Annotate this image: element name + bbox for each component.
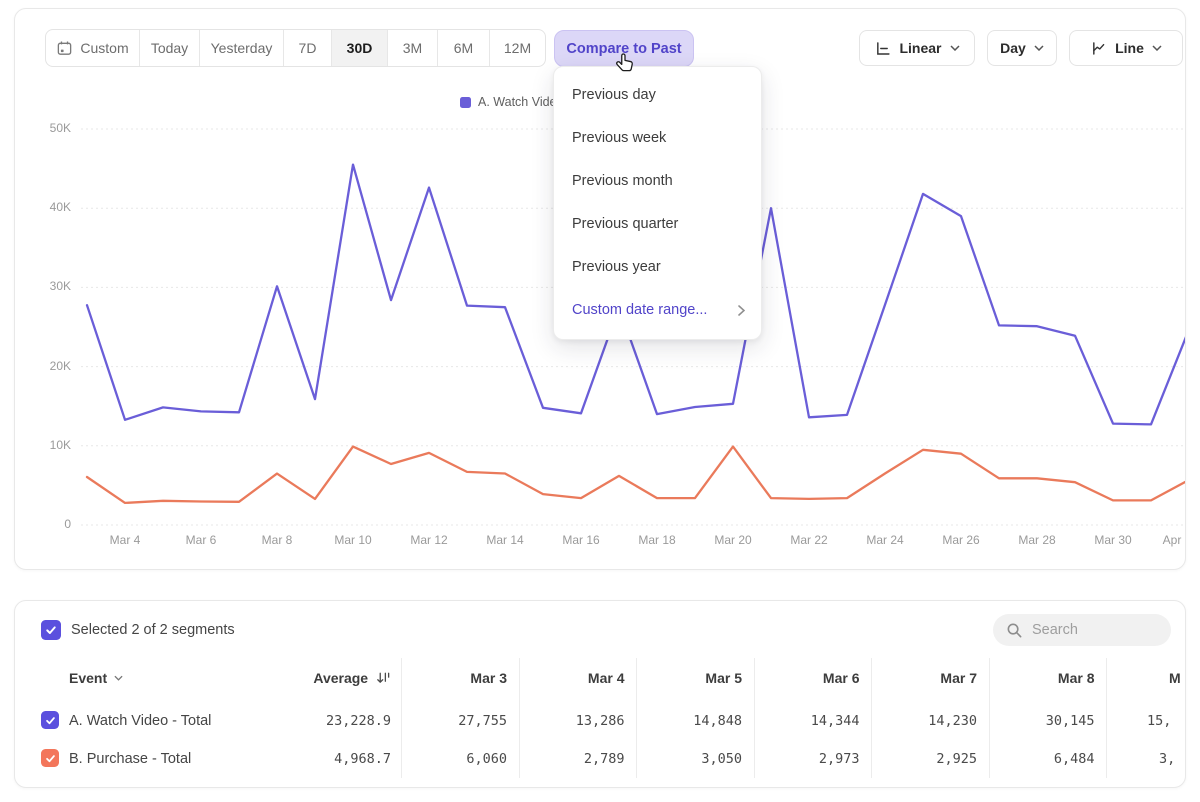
average-value: 4,968.7 [231, 751, 391, 767]
cell-value: 2,789 [515, 751, 625, 767]
check-icon [45, 715, 56, 726]
column-separator [1106, 658, 1107, 778]
average-column-header[interactable]: Average [231, 670, 391, 686]
x-tick-label: Mar 22 [790, 533, 827, 547]
menu-item-previous-day[interactable]: Previous day [554, 74, 761, 117]
cell-value: 27,755 [397, 713, 507, 729]
line-chart-icon [1090, 40, 1107, 57]
cell-value: 6,484 [985, 751, 1095, 767]
x-tick-label: Mar 14 [486, 533, 523, 547]
chevron-right-icon [738, 305, 745, 316]
x-tick-label: Mar 16 [562, 533, 599, 547]
x-tick-label: Mar 4 [110, 533, 141, 547]
range-30d-button[interactable]: 30D [332, 30, 388, 66]
segments-panel: Selected 2 of 2 segments Event Average A… [14, 600, 1186, 788]
insights-report-page: Custom Today Yesterday 7D 30D 3M 6M 12M … [0, 0, 1200, 802]
y-tick-label: 0 [29, 517, 71, 531]
sort-descending-icon [376, 671, 391, 685]
linear-axis-icon [874, 40, 891, 57]
x-tick-label: Mar 10 [334, 533, 371, 547]
x-tick-label: Mar 6 [186, 533, 217, 547]
cell-value: 14,344 [750, 713, 860, 729]
cell-value: 6,060 [397, 751, 507, 767]
menu-item-custom-date-range[interactable]: Custom date range... [554, 289, 761, 332]
date-column-header: Mar 8 [985, 670, 1095, 686]
range-3m-button[interactable]: 3M [388, 30, 438, 66]
cell-value: 30,145 [985, 713, 1095, 729]
x-tick-label: Apr 1 [1163, 533, 1186, 547]
cell-value: 3,050 [632, 751, 742, 767]
y-tick-label: 50K [29, 121, 71, 135]
x-tick-label: Mar 12 [410, 533, 447, 547]
series-purchase-line [87, 447, 1186, 503]
range-yesterday-button[interactable]: Yesterday [200, 30, 284, 66]
cell-value: 13,286 [515, 713, 625, 729]
y-tick-label: 30K [29, 279, 71, 293]
selected-segments-summary: Selected 2 of 2 segments [71, 622, 235, 638]
cell-value: 14,848 [632, 713, 742, 729]
chevron-down-icon [1034, 45, 1044, 51]
row-checkbox-purchase[interactable] [41, 749, 59, 767]
range-12m-button[interactable]: 12M [490, 30, 545, 66]
date-range-segmented-control: Custom Today Yesterday 7D 30D 3M 6M 12M [45, 29, 546, 67]
average-value: 23,228.9 [231, 713, 391, 729]
granularity-button[interactable]: Day [987, 30, 1057, 66]
row-label-watch-video: A. Watch Video - Total [69, 713, 211, 729]
segment-search[interactable] [993, 614, 1171, 646]
x-tick-label: Mar 24 [866, 533, 903, 547]
hand-cursor-icon [612, 50, 638, 76]
check-icon [45, 624, 57, 636]
row-checkbox-watch-video[interactable] [41, 711, 59, 729]
range-6m-button[interactable]: 6M [438, 30, 490, 66]
compare-to-past-menu: Previous day Previous week Previous mont… [553, 66, 762, 340]
check-icon [45, 753, 56, 764]
x-tick-label: Mar 8 [262, 533, 293, 547]
chart-type-button[interactable]: Line [1069, 30, 1183, 66]
date-column-header-clipped: M [1169, 670, 1181, 686]
select-all-checkbox[interactable] [41, 620, 61, 640]
calendar-icon [56, 40, 73, 57]
chevron-down-icon [1152, 45, 1162, 51]
date-column-header: Mar 4 [515, 670, 625, 686]
cell-value: 2,925 [867, 751, 977, 767]
y-axis-scale-button[interactable]: Linear [859, 30, 975, 66]
cell-value: 14,230 [867, 713, 977, 729]
event-column-header[interactable]: Event [69, 670, 123, 686]
x-tick-label: Mar 28 [1018, 533, 1055, 547]
menu-item-previous-year[interactable]: Previous year [554, 246, 761, 289]
range-today-button[interactable]: Today [140, 30, 200, 66]
x-tick-label: Mar 20 [714, 533, 751, 547]
cell-value: 2,973 [750, 751, 860, 767]
y-tick-label: 40K [29, 200, 71, 214]
range-7d-button[interactable]: 7D [284, 30, 332, 66]
chevron-down-icon [114, 675, 123, 681]
y-tick-label: 10K [29, 438, 71, 452]
chevron-down-icon [950, 45, 960, 51]
menu-item-previous-quarter[interactable]: Previous quarter [554, 203, 761, 246]
cell-value-clipped: 15, [1147, 713, 1171, 729]
search-icon [1006, 622, 1023, 639]
x-tick-label: Mar 30 [1094, 533, 1131, 547]
menu-item-previous-week[interactable]: Previous week [554, 117, 761, 160]
y-tick-label: 20K [29, 359, 71, 373]
date-column-header: Mar 5 [632, 670, 742, 686]
range-custom-button[interactable]: Custom [46, 30, 140, 66]
x-tick-label: Mar 26 [942, 533, 979, 547]
cell-value-clipped: 3, [1159, 751, 1175, 767]
date-column-header: Mar 6 [750, 670, 860, 686]
date-column-header: Mar 7 [867, 670, 977, 686]
range-custom-label: Custom [80, 40, 128, 56]
date-column-header: Mar 3 [397, 670, 507, 686]
x-tick-label: Mar 18 [638, 533, 675, 547]
menu-item-previous-month[interactable]: Previous month [554, 160, 761, 203]
row-label-purchase: B. Purchase - Total [69, 751, 191, 767]
search-input[interactable] [1032, 622, 1152, 638]
